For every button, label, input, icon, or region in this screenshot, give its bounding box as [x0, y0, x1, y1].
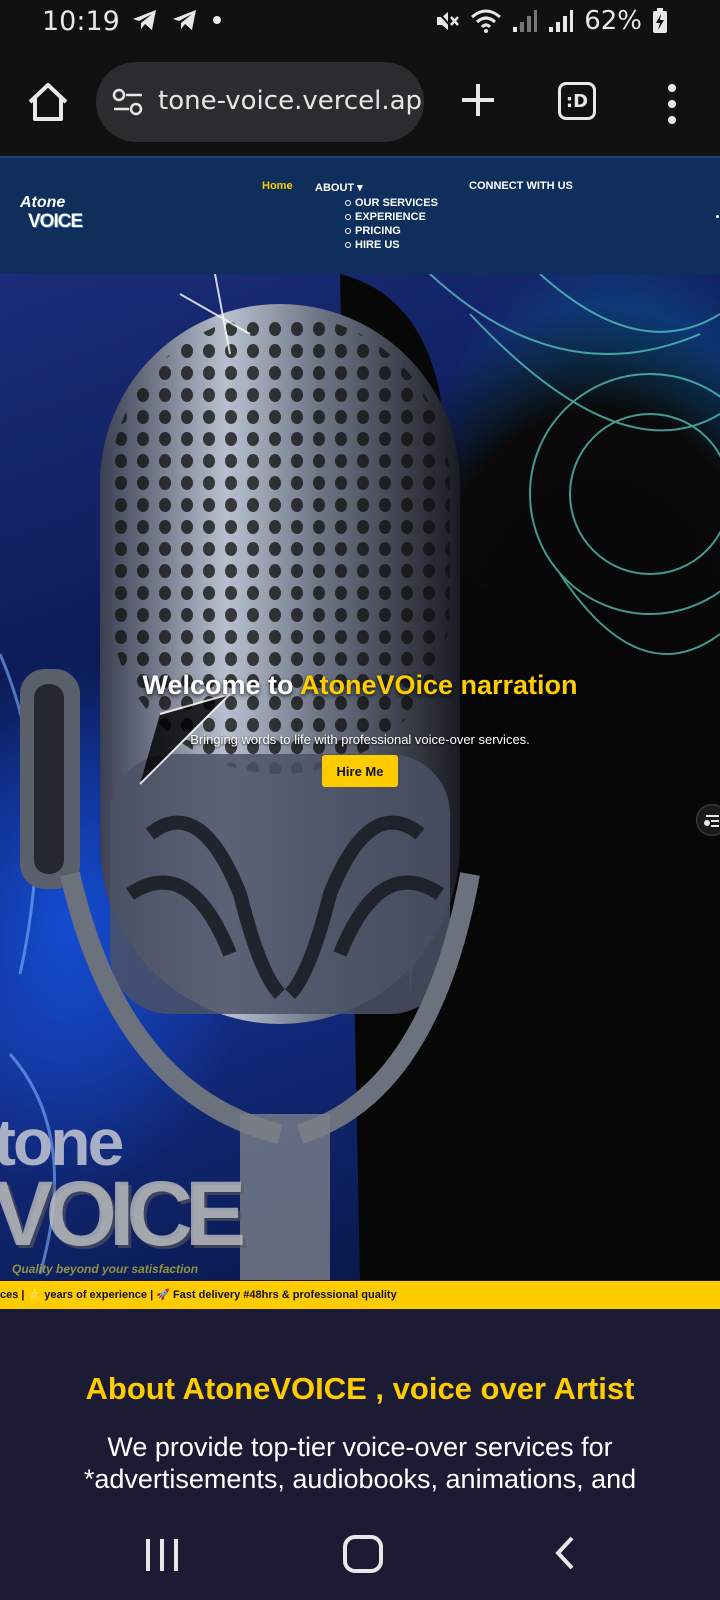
mute-icon [435, 9, 460, 33]
site-settings-icon[interactable] [112, 88, 144, 116]
about-description: We provide top-tier voice-over services … [83, 1432, 637, 1494]
about-title: About AtoneVOICE , voice over Artist [85, 1371, 635, 1406]
dot-icon [213, 16, 221, 24]
browser-menu-icon[interactable] [662, 80, 682, 124]
nav-our-services-link[interactable]: OUR SERVICES [345, 196, 438, 210]
system-navigation-bar [0, 1509, 720, 1600]
battery-charging-icon [653, 8, 667, 33]
hero-subtitle: Bringing words to life with professional… [190, 732, 530, 747]
browser-toolbar: tone-voice.vercel.app :D [0, 50, 720, 156]
content-fade [0, 1488, 720, 1509]
hero-title-accent: AtoneVOice narration [299, 670, 578, 700]
nav-home-link[interactable]: Home [262, 180, 293, 192]
new-tab-icon[interactable] [458, 80, 498, 120]
status-bar: 10:19 62% [0, 0, 720, 50]
telegram-icon [173, 10, 196, 30]
marquee-ticker: ces | ⭐ years of experience | 🚀 Fast del… [0, 1281, 720, 1309]
reader-mode-icon[interactable] [696, 804, 720, 836]
nav-experience-link[interactable]: EXPERIENCE [345, 210, 438, 224]
hero-title: Welcome to AtoneVOice narration [142, 670, 578, 700]
status-time: 10:19 [42, 6, 120, 37]
telegram-icon [133, 10, 156, 30]
tab-switcher-button[interactable]: :D [558, 82, 596, 120]
nav-connect-link[interactable]: CONNECT WITH US [469, 180, 573, 192]
logo-text-line1: Atone [20, 194, 66, 211]
nav-hire-us-link[interactable]: HIRE US [345, 238, 438, 252]
logo-text-line2: VOICE [28, 211, 83, 232]
system-home-icon[interactable] [343, 1535, 383, 1573]
overflow-dot [716, 215, 719, 218]
hire-me-button[interactable]: Hire Me [322, 755, 398, 787]
address-bar[interactable]: tone-voice.vercel.app [96, 62, 424, 142]
signal-icon [513, 10, 538, 32]
wifi-icon [471, 9, 502, 33]
hero-section: Welcome to AtoneVOice narration Bringing… [0, 274, 720, 1280]
home-icon[interactable] [26, 80, 70, 124]
ticker-text: ces | ⭐ years of experience | 🚀 Fast del… [0, 1289, 397, 1301]
nav-pricing-link[interactable]: PRICING [345, 224, 438, 238]
site-logo[interactable]: Atone VOICE [20, 194, 83, 234]
nav-about-dropdown[interactable]: ABOUT ▾ [315, 181, 363, 194]
url-text[interactable]: tone-voice.vercel.app [158, 86, 424, 116]
back-icon[interactable] [552, 1535, 578, 1571]
about-section: About AtoneVOICE , voice over Artist We … [0, 1309, 720, 1509]
site-header: Atone VOICE Home ABOUT ▾ OUR SERVICES EX… [0, 156, 720, 276]
about-submenu: OUR SERVICES EXPERIENCE PRICING HIRE US [345, 196, 438, 252]
signal-icon [549, 10, 574, 32]
recents-icon[interactable] [144, 1537, 180, 1573]
battery-percent: 62% [584, 6, 642, 36]
